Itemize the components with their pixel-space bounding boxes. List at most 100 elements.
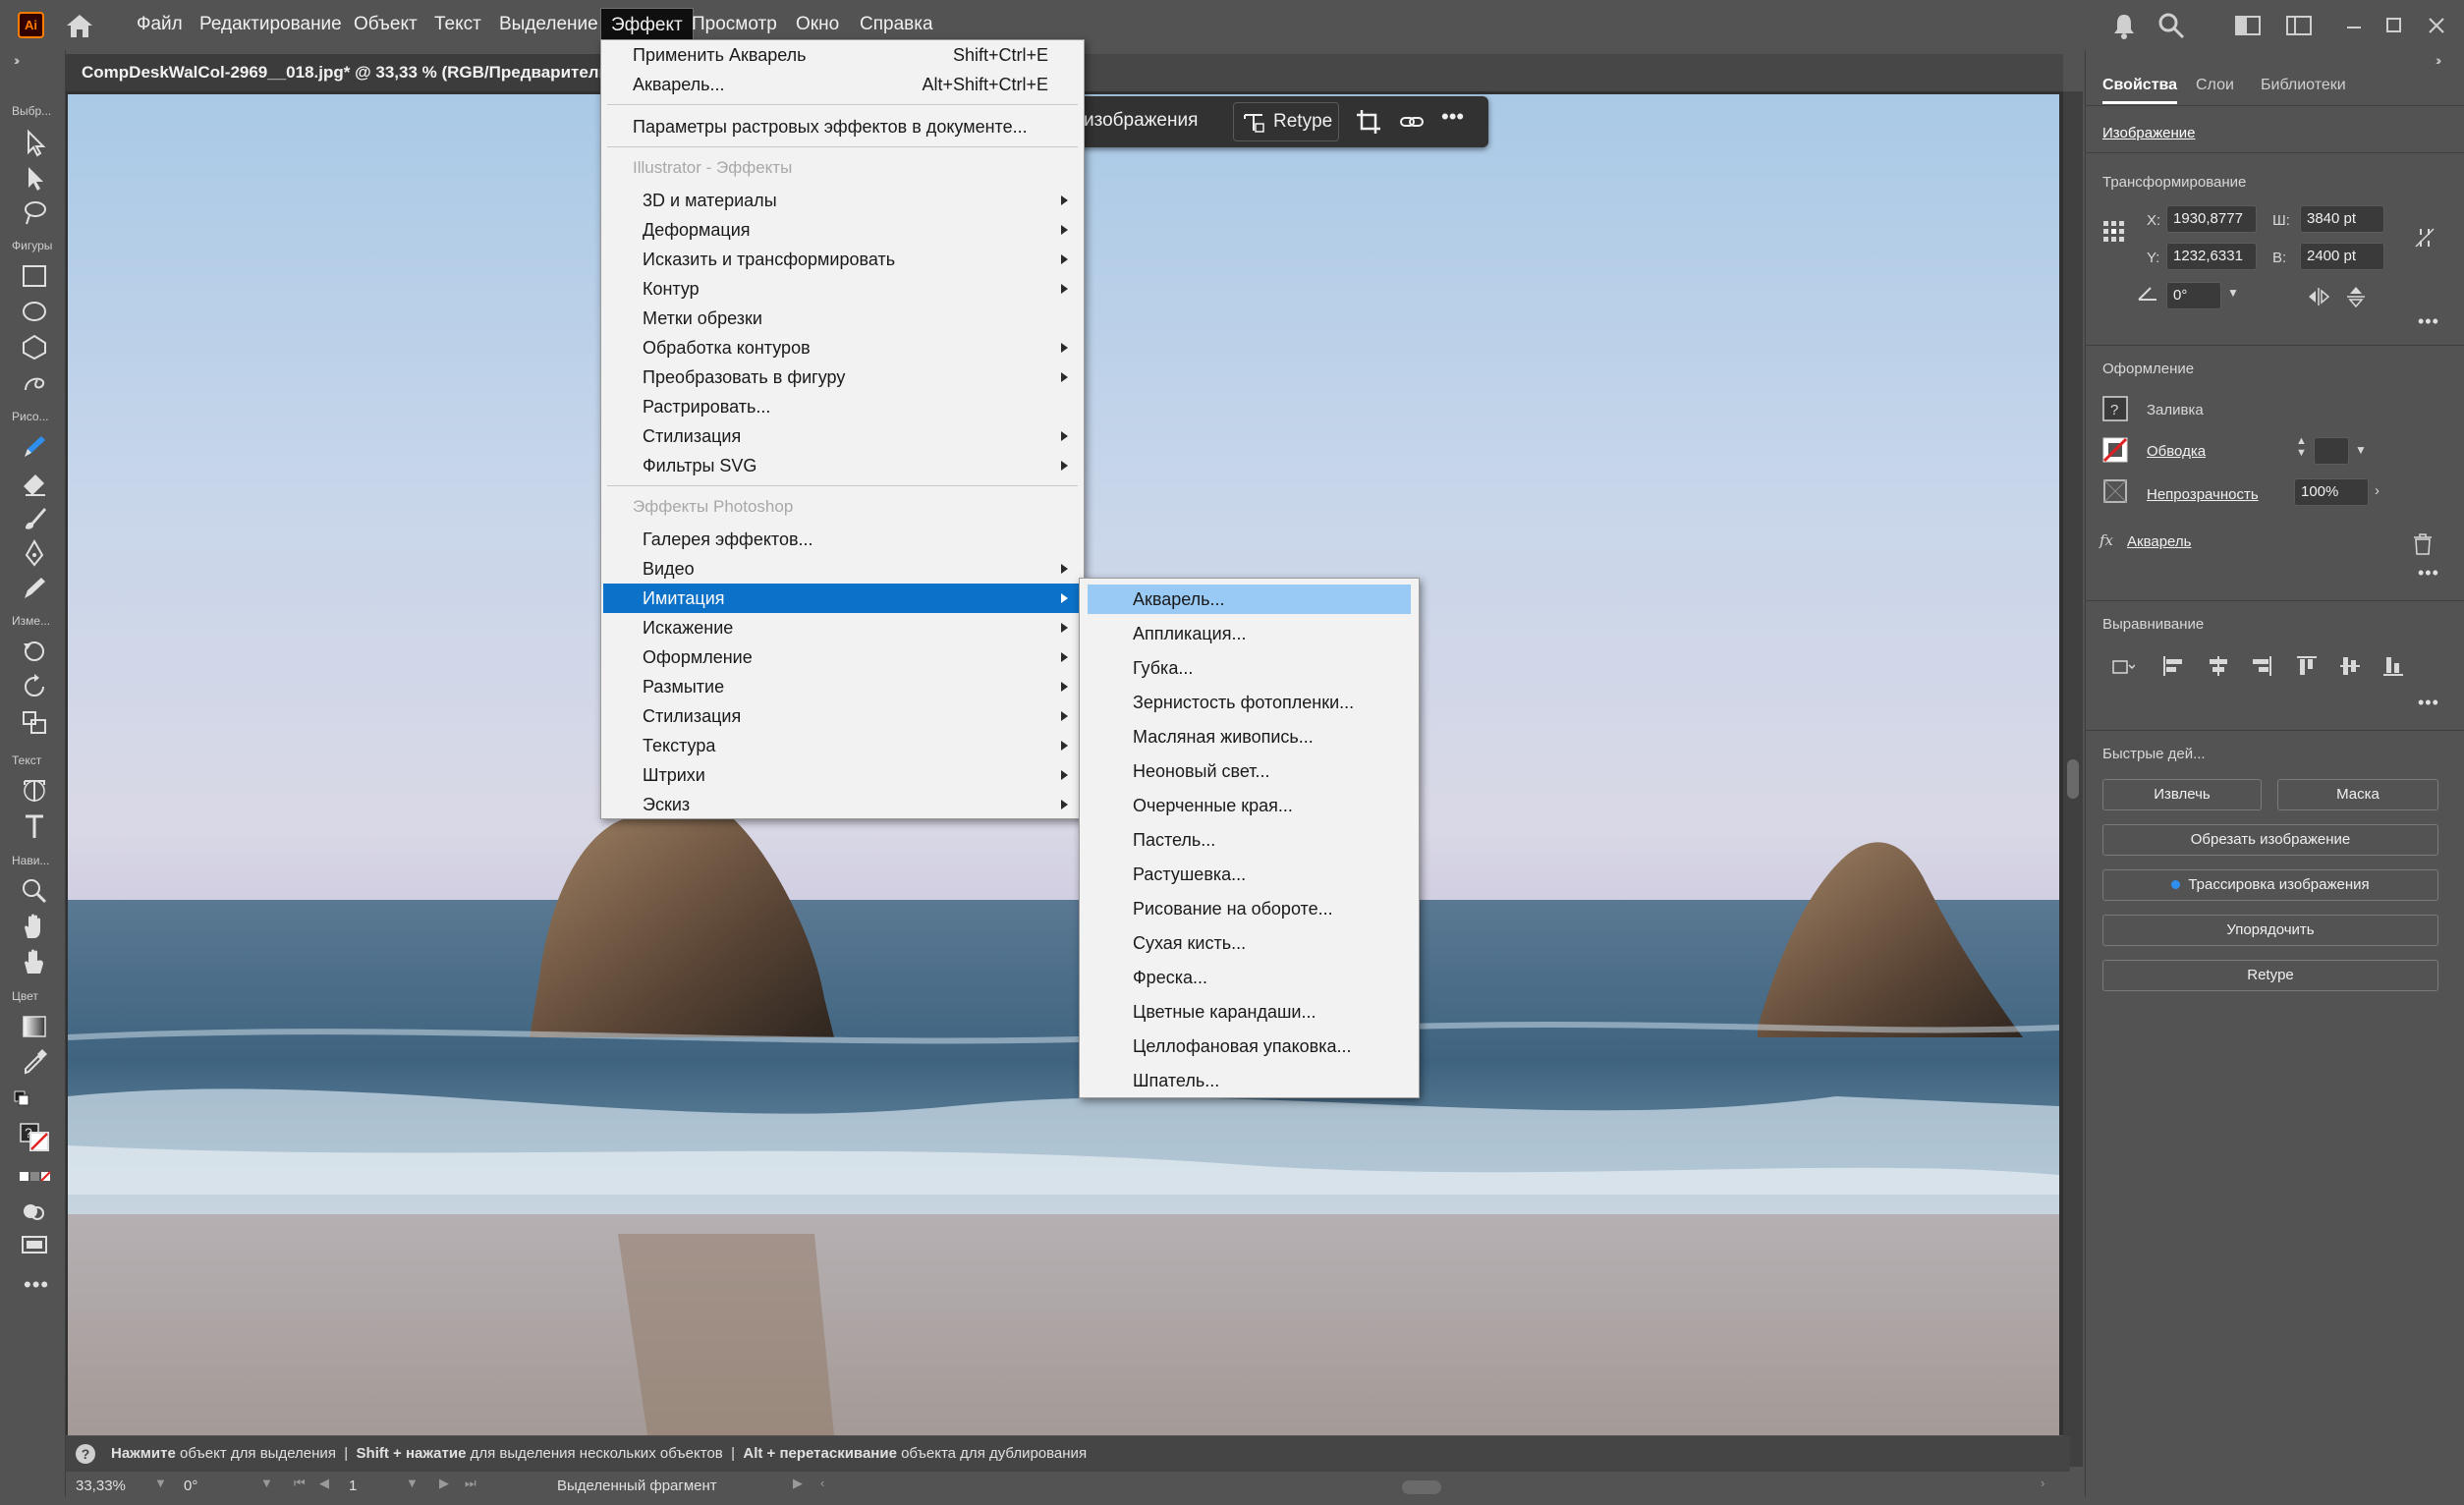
menu-view[interactable]: Просмотр <box>682 8 787 41</box>
align-more-icon[interactable]: ••• <box>2418 693 2439 713</box>
menu-ps-item-4[interactable]: Оформление <box>603 642 1082 672</box>
menu-ill-item-7[interactable]: Растрировать... <box>603 392 1082 421</box>
stroke-stepper-icon[interactable]: ▲ ▼ <box>2296 435 2307 459</box>
scale-tool-icon[interactable] <box>18 706 51 738</box>
shaper-tool-icon[interactable] <box>18 366 51 398</box>
y-field[interactable]: 1232,6331 <box>2166 243 2257 270</box>
menu-ill-item-4[interactable]: Метки обрезки <box>603 304 1082 333</box>
menu-ps-item-5[interactable]: Размытие <box>603 672 1082 701</box>
align-right-icon[interactable] <box>2249 653 2274 679</box>
menu-file[interactable]: Файл <box>127 8 193 41</box>
print-tiling-tool-icon[interactable] <box>18 946 51 977</box>
menu-ps-item-0[interactable]: Галерея эффектов... <box>603 525 1082 554</box>
menu-help[interactable]: Справка <box>850 8 943 41</box>
hscroll-left-icon[interactable]: ‹ <box>820 1476 824 1490</box>
flip-horizontal-icon[interactable] <box>2306 284 2331 309</box>
submenu-item[interactable]: Неоновый свет... <box>1088 756 1411 786</box>
reference-point-icon[interactable] <box>2101 219 2127 245</box>
appearance-more-icon[interactable]: ••• <box>2418 563 2439 584</box>
mask-button[interactable]: Маска <box>2277 779 2438 810</box>
menu-ps-item-8[interactable]: Штрихи <box>603 760 1082 790</box>
selection-tool-icon[interactable] <box>18 127 51 158</box>
align-bottom-icon[interactable] <box>2380 653 2406 679</box>
submenu-item[interactable]: Растушевка... <box>1088 860 1411 889</box>
help-icon[interactable]: ? <box>76 1444 95 1464</box>
submenu-item[interactable]: Губка... <box>1088 653 1411 683</box>
first-artboard-icon[interactable]: ⏮ <box>294 1476 306 1491</box>
link-icon[interactable] <box>1398 108 1426 136</box>
menu-ill-item-8[interactable]: Стилизация <box>603 421 1082 451</box>
vertical-scrollbar[interactable] <box>2063 91 2083 1467</box>
extract-button[interactable]: Извлечь <box>2102 779 2262 810</box>
submenu-item[interactable]: Сухая кисть... <box>1088 928 1411 958</box>
last-artboard-icon[interactable]: ⏭ <box>465 1476 476 1491</box>
flip-vertical-icon[interactable] <box>2343 284 2369 309</box>
submenu-item[interactable]: Аппликация... <box>1088 619 1411 648</box>
submenu-item[interactable]: Масляная живопись... <box>1088 722 1411 752</box>
screen-mode-icon[interactable] <box>18 1229 51 1260</box>
submenu-item[interactable]: Цветные карандаши... <box>1088 997 1411 1027</box>
menu-raster-settings[interactable]: Параметры растровых эффектов в документе… <box>601 112 1084 141</box>
artboard-dropdown-icon[interactable]: ▼ <box>406 1476 419 1490</box>
submenu-item[interactable]: Зернистость фотопленки... <box>1088 688 1411 717</box>
bell-icon[interactable] <box>2108 10 2140 41</box>
collapse-toolbar-icon[interactable]: ›› <box>14 52 21 68</box>
zoom-dropdown-icon[interactable]: ▼ <box>154 1476 167 1490</box>
polygon-tool-icon[interactable] <box>18 331 51 362</box>
submenu-item[interactable]: Фреска... <box>1088 963 1411 992</box>
opacity-link[interactable]: Непрозрачность <box>2147 486 2259 503</box>
draw-mode-icon[interactable] <box>18 1196 51 1227</box>
rotation-dropdown-icon[interactable]: ▼ <box>260 1476 273 1490</box>
menu-ill-item-3[interactable]: Контур <box>603 274 1082 304</box>
collapse-panel-icon[interactable]: ›› <box>2436 52 2442 68</box>
align-left-icon[interactable] <box>2160 653 2186 679</box>
search-icon[interactable] <box>2156 10 2187 41</box>
prev-artboard-icon[interactable]: ◀ <box>319 1476 329 1491</box>
trash-icon[interactable] <box>2410 531 2436 557</box>
angle-dropdown-icon[interactable]: ▼ <box>2227 286 2239 300</box>
pen-tool-icon[interactable] <box>18 537 51 569</box>
angle-field[interactable]: 0° <box>2166 282 2221 309</box>
retype-button[interactable]: Retype <box>2102 960 2438 991</box>
menu-object[interactable]: Объект <box>344 8 427 41</box>
horizontal-scroll-thumb[interactable] <box>1402 1480 1441 1494</box>
hand-tool-icon[interactable] <box>18 911 51 942</box>
menu-ps-item-7[interactable]: Текстура <box>603 731 1082 760</box>
zoom-level[interactable]: 33,33% <box>76 1476 126 1497</box>
menu-select[interactable]: Выделение <box>489 8 608 41</box>
tab-libraries[interactable]: Библиотеки <box>2261 77 2346 94</box>
stroke-dropdown-icon[interactable]: ▼ <box>2355 443 2367 457</box>
layout-icon[interactable] <box>2232 10 2264 41</box>
menu-effect[interactable]: Эффект <box>600 8 694 41</box>
menu-ill-item-0[interactable]: 3D и материалы <box>603 186 1082 215</box>
menu-apply-last-effect[interactable]: Применить Акварель Shift+Ctrl+E <box>601 40 1084 70</box>
eyedropper-tool-icon[interactable] <box>18 1046 51 1078</box>
submenu-item[interactable]: Очерченные края... <box>1088 791 1411 820</box>
crop-image-button[interactable]: Обрезать изображение <box>2102 824 2438 856</box>
x-field[interactable]: 1930,8777 <box>2166 205 2257 233</box>
paintbrush-tool-icon[interactable] <box>18 502 51 533</box>
default-colors-icon[interactable] <box>12 1087 45 1119</box>
stroke-weight-field[interactable] <box>2314 437 2349 465</box>
tab-layers[interactable]: Слои <box>2196 77 2234 94</box>
align-to-icon[interactable] <box>2109 653 2136 679</box>
hscroll-right-icon[interactable]: › <box>2041 1476 2044 1490</box>
stroke-link[interactable]: Обводка <box>2147 443 2206 460</box>
home-icon[interactable] <box>65 12 94 39</box>
fx-icon[interactable]: fx <box>2100 531 2113 549</box>
menu-ill-item-2[interactable]: Исказить и трансформировать <box>603 245 1082 274</box>
menu-ps-item-6[interactable]: Стилизация <box>603 701 1082 731</box>
width-field[interactable]: 3840 pt <box>2300 205 2384 233</box>
fill-stroke-swatch-icon[interactable]: ? <box>18 1121 51 1152</box>
menu-ps-item-9[interactable]: Эскиз <box>603 790 1082 819</box>
image-trace-button[interactable]: Трассировка изображения <box>2102 869 2438 901</box>
menu-last-effect[interactable]: Акварель... Alt+Shift+Ctrl+E <box>601 70 1084 99</box>
menu-ps-item-3[interactable]: Искажение <box>603 613 1082 642</box>
height-field[interactable]: 2400 pt <box>2300 243 2384 270</box>
status-menu-icon[interactable]: ▶ <box>793 1476 803 1491</box>
menu-edit[interactable]: Редактирование <box>190 8 352 41</box>
submenu-item[interactable]: Целлофановая упаковка... <box>1088 1031 1411 1061</box>
effect-watercolor-link[interactable]: Акварель <box>2127 533 2191 550</box>
next-artboard-icon[interactable]: ▶ <box>439 1476 449 1491</box>
align-horizontal-center-icon[interactable] <box>2206 653 2231 679</box>
